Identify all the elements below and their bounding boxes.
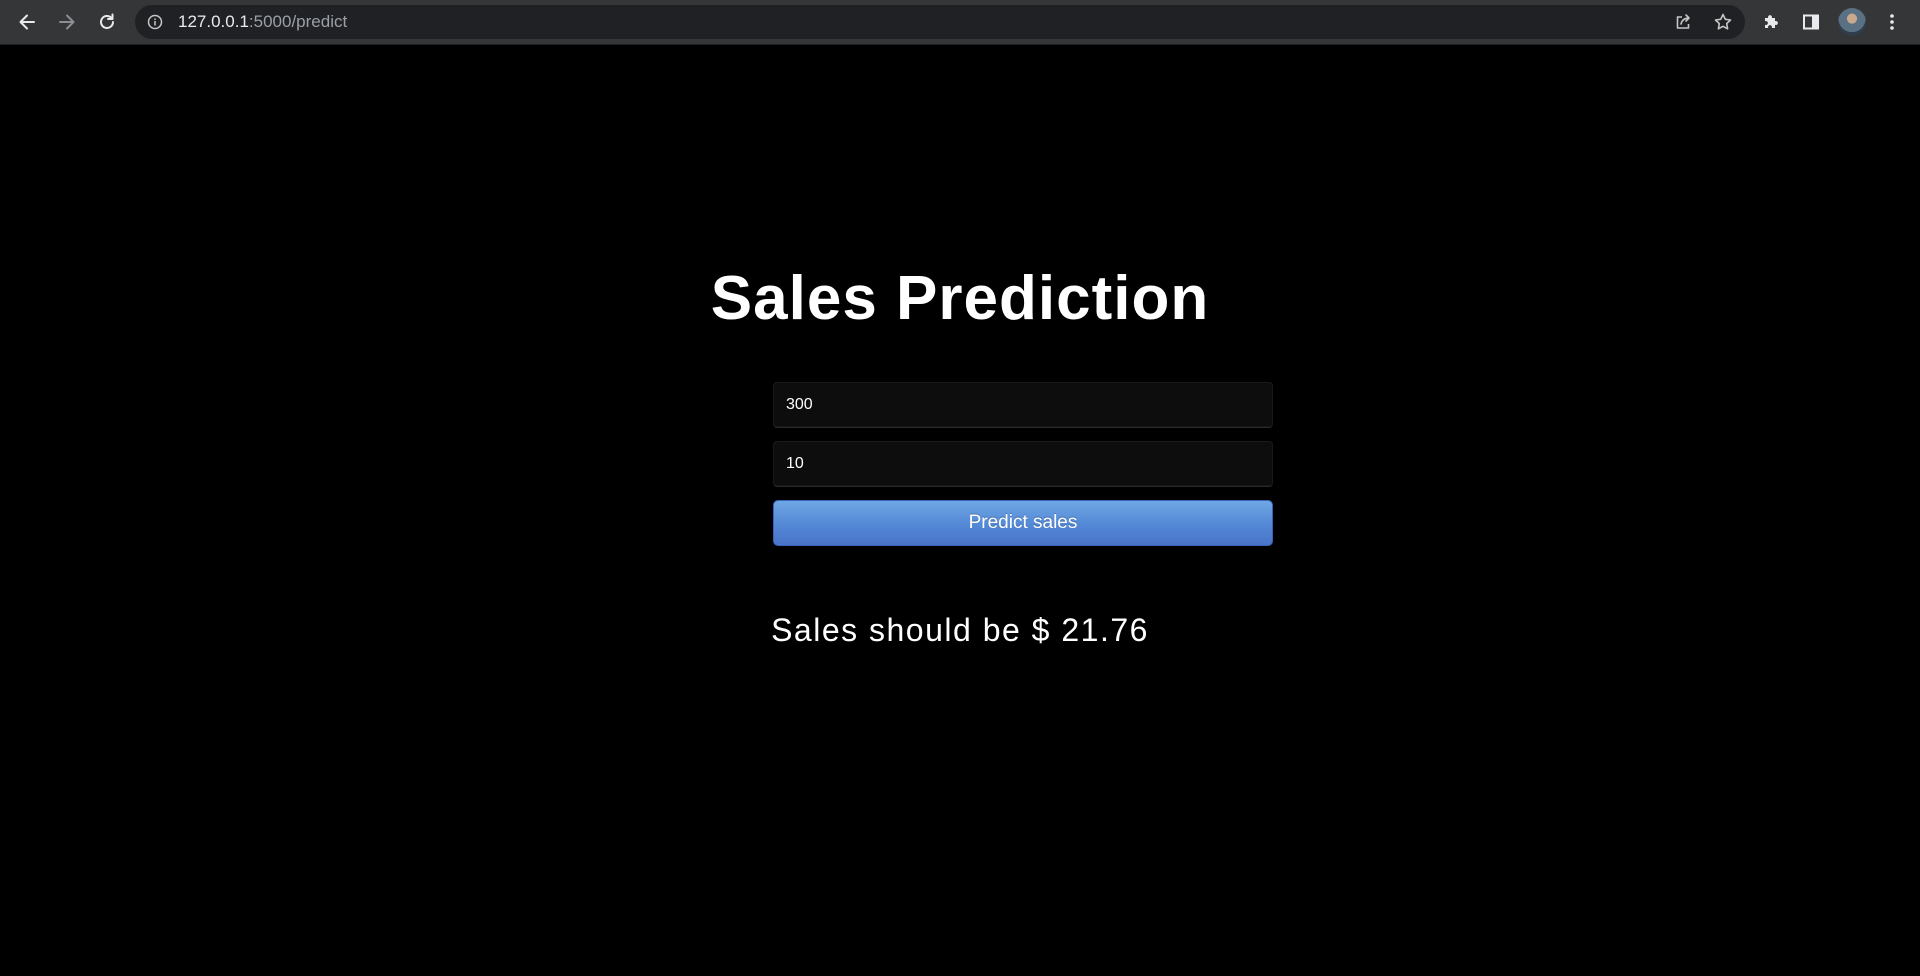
forward-arrow-icon [57,12,77,32]
browser-menu-button[interactable] [1876,6,1908,38]
page-content: Sales Prediction Predict sales Sales sho… [0,46,1920,976]
prediction-result: Sales should be $ 21.76 [771,612,1149,648]
predict-sales-button[interactable]: Predict sales [773,500,1273,546]
info-icon[interactable] [147,14,163,30]
forward-button[interactable] [51,6,83,38]
url-text: 127.0.0.1:5000/predict [178,5,347,39]
star-icon[interactable] [1711,10,1735,34]
page-title: Sales Prediction [710,264,1210,333]
input-field-2[interactable] [773,441,1273,487]
puzzle-icon [1761,12,1781,32]
browser-toolbar: 127.0.0.1:5000/predict [0,0,1920,45]
url-path: :5000/predict [248,12,348,31]
reload-button[interactable] [91,6,123,38]
back-button[interactable] [11,6,43,38]
share-icon[interactable] [1671,10,1695,34]
input-field-1[interactable] [773,382,1273,428]
back-arrow-icon [17,12,37,32]
address-bar[interactable]: 127.0.0.1:5000/predict [135,5,1745,39]
extensions-button[interactable] [1755,6,1787,38]
side-panel-icon [1801,12,1821,32]
kebab-menu-icon [1882,12,1902,32]
profile-avatar[interactable] [1838,8,1866,36]
side-panel-button[interactable] [1795,6,1827,38]
reload-icon [97,12,117,32]
url-host: 127.0.0.1 [178,12,249,31]
